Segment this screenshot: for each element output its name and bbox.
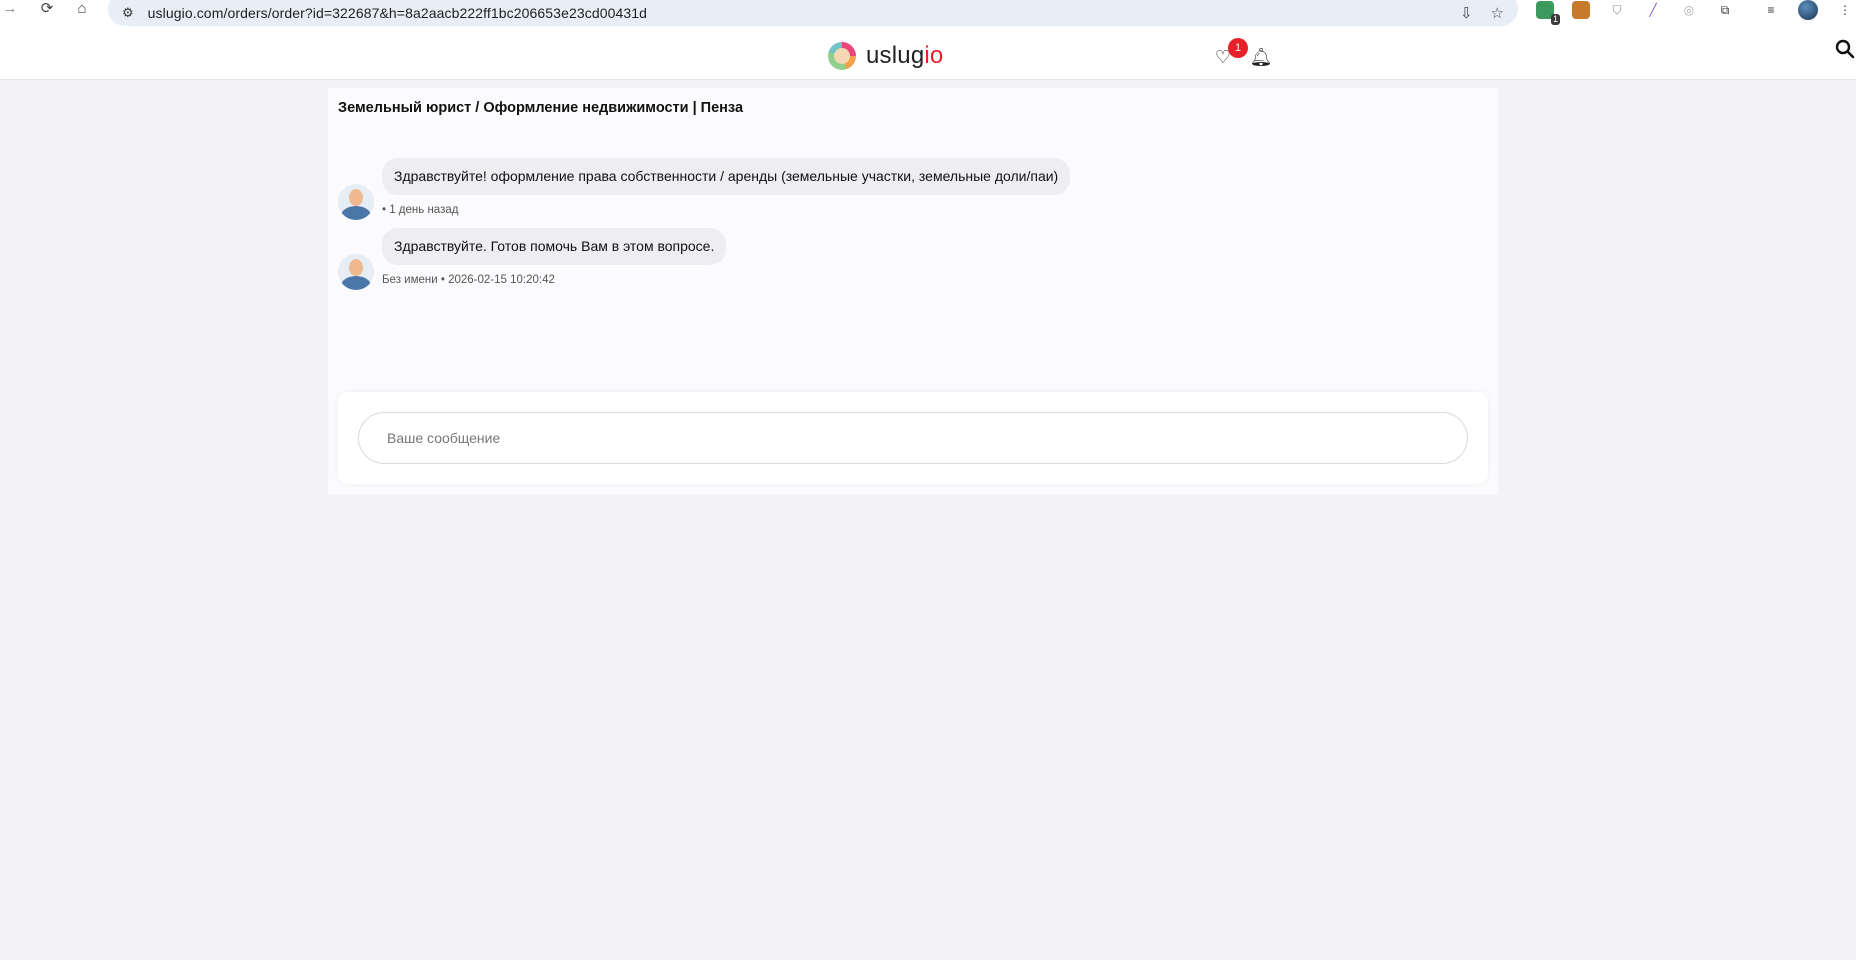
message-composer — [338, 392, 1488, 484]
address-bar[interactable]: ⚙ uslugio.com/orders/order?id=322687&h=8… — [108, 0, 1518, 26]
media-controls-icon[interactable]: ≡ — [1762, 1, 1780, 19]
user-avatar-icon — [338, 254, 374, 290]
site-settings-icon[interactable]: ⚙ — [122, 5, 134, 21]
message-meta: Без имени • 2026-02-15 10:20:42 — [382, 274, 555, 286]
extension-icon[interactable]: 1 — [1536, 1, 1560, 25]
reload-icon[interactable]: ⟳ — [33, 0, 61, 18]
message-input[interactable] — [358, 412, 1468, 464]
browser-toolbar: → ⟳ ⌂ ⚙ uslugio.com/orders/order?id=3226… — [0, 0, 1856, 34]
logo-mark-icon — [828, 42, 856, 70]
home-icon[interactable]: ⌂ — [68, 0, 96, 18]
bell-icon[interactable]: 🔔︎ — [1250, 46, 1273, 68]
user-avatar-icon — [338, 184, 374, 220]
page-title: Земельный юрист / Оформление недвижимост… — [338, 100, 744, 116]
feather-icon[interactable]: ╱ — [1644, 1, 1662, 19]
shield-icon[interactable]: ⛉ — [1608, 1, 1626, 19]
message-meta: • 1 день назад — [382, 204, 459, 216]
back-arrow-icon[interactable]: → — [0, 0, 24, 18]
extensions-row: 1 ⛉ ╱ ◎ ⧉ ≡ ⋮ — [1536, 0, 1854, 25]
site-header: uslugio ♡ 1 🔔︎ — [0, 34, 1856, 80]
url-text[interactable]: uslugio.com/orders/order?id=322687&h=8a2… — [148, 5, 1460, 21]
site-logo[interactable]: uslugio — [828, 42, 943, 70]
message-bubble: Здравствуйте! оформление права собственн… — [382, 158, 1071, 195]
logo-text: uslugio — [866, 42, 944, 69]
extensions-puzzle-icon[interactable]: ⧉ — [1716, 1, 1734, 19]
profile-avatar-icon[interactable] — [1798, 0, 1818, 20]
extension-badge: 1 — [1550, 14, 1560, 25]
bookmark-star-icon[interactable]: ☆ — [1491, 4, 1504, 22]
extension-icon[interactable]: ◎ — [1680, 1, 1698, 19]
install-app-icon[interactable]: ⇩ — [1460, 4, 1473, 22]
search-icon[interactable] — [1834, 38, 1856, 60]
extension-icon[interactable] — [1572, 1, 1590, 19]
message-bubble: Здравствуйте. Готов помочь Вам в этом во… — [382, 228, 727, 265]
favorites-count-badge: 1 — [1228, 38, 1248, 58]
chrome-menu-icon[interactable]: ⋮ — [1836, 1, 1854, 19]
chat-card: Земельный юрист / Оформление недвижимост… — [328, 88, 1498, 494]
